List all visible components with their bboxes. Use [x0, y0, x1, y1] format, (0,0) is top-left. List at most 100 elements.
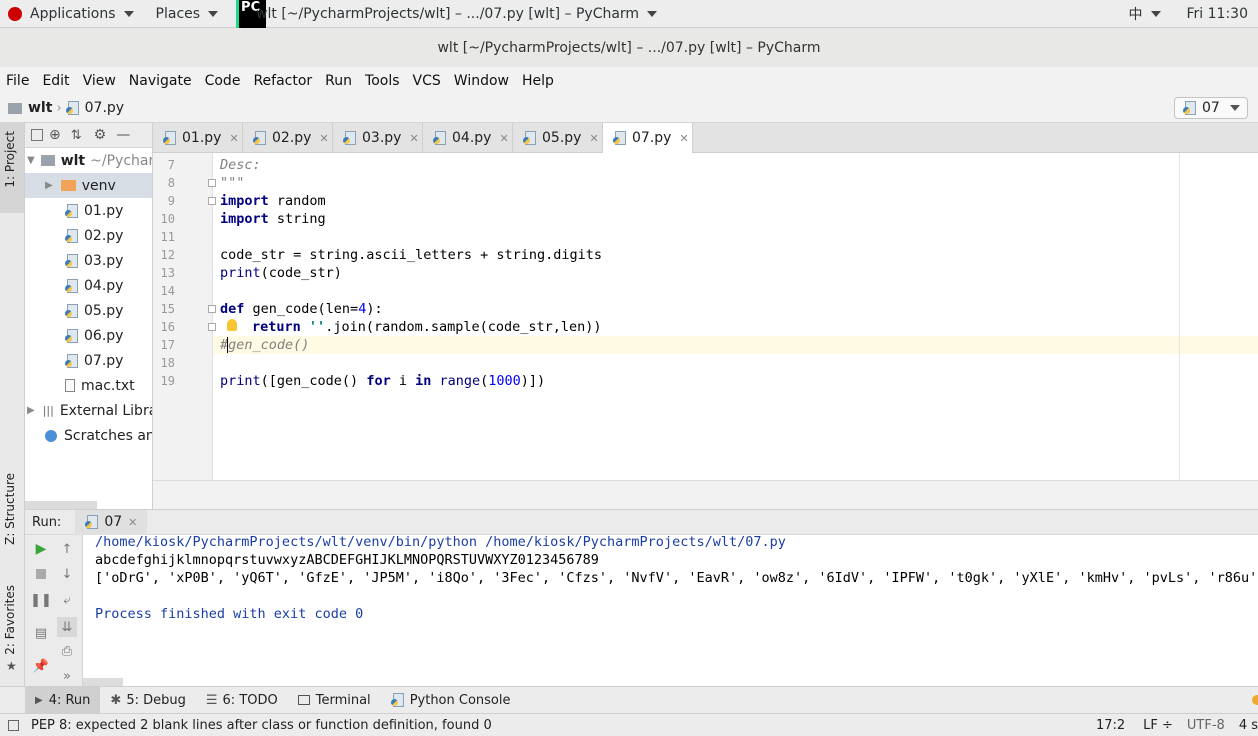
collapse-icon[interactable]: ⇅ — [71, 128, 82, 143]
close-icon[interactable]: ✕ — [229, 132, 238, 145]
line-number: 17 — [160, 338, 175, 352]
line-number: 16 — [160, 320, 175, 334]
lightbulb-icon[interactable] — [227, 319, 237, 331]
close-icon[interactable]: ✕ — [589, 132, 598, 145]
menu-file[interactable]: File — [6, 73, 29, 89]
pause-icon[interactable]: ❚❚ — [30, 592, 52, 608]
code-editor[interactable]: 7 8 9 10 11 12 13 14 15 16 17 18 19 Desc… — [153, 153, 1258, 480]
menu-run[interactable]: Run — [325, 73, 352, 89]
tab-02[interactable]: 02.py ✕ — [243, 123, 333, 153]
tree-scratches[interactable]: Scratches and Consoles — [45, 423, 152, 448]
layout-icon[interactable]: ▤ — [33, 625, 49, 641]
rerun-icon[interactable]: ▶ — [33, 541, 49, 557]
tab-07[interactable]: 07.py ✕ — [603, 123, 693, 153]
fold-marker-icon[interactable] — [208, 197, 216, 205]
system-top-bar: Applications Places PC wlt [~/PycharmPro… — [0, 0, 1258, 28]
code-line-7: Desc: — [220, 157, 261, 173]
places-menu[interactable]: Places — [148, 0, 227, 28]
indent-setting[interactable]: 4 s — [1239, 718, 1258, 733]
active-window-menu[interactable]: PC wlt [~/PycharmProjects/wlt] – .../07.… — [236, 0, 665, 28]
tab-terminal[interactable]: Terminal — [288, 687, 381, 714]
tab-04[interactable]: 04.py ✕ — [423, 123, 513, 153]
menu-edit[interactable]: Edit — [42, 73, 69, 89]
soft-wrap-icon[interactable]: ⤶ — [59, 592, 75, 608]
menu-window[interactable]: Window — [454, 73, 509, 89]
python-file-icon — [613, 131, 626, 145]
project-tool-label[interactable]: 1: Project — [3, 131, 17, 188]
input-method-indicator[interactable]: 中 — [1121, 0, 1169, 28]
tab-05[interactable]: 05.py ✕ — [513, 123, 603, 153]
tab-run[interactable]: ▶ 4: Run — [25, 686, 101, 714]
menu-code[interactable]: Code — [205, 73, 241, 89]
run-tab-07[interactable]: 07 ✕ — [75, 509, 148, 535]
menu-view[interactable]: View — [83, 73, 116, 89]
horizontal-scrollbar[interactable] — [83, 678, 123, 686]
menu-tools[interactable]: Tools — [365, 73, 400, 89]
fold-marker-icon[interactable] — [208, 179, 216, 187]
run-config-selector[interactable]: 07 — [1174, 97, 1248, 119]
project-view-icon[interactable] — [31, 129, 43, 141]
tab-01[interactable]: 01.py ✕ — [153, 123, 243, 153]
run-console[interactable]: /home/kiosk/PycharmProjects/wlt/venv/bin… — [83, 535, 1258, 686]
tree-external-libraries[interactable]: ▶ ||| External Libraries — [27, 398, 152, 423]
tree-item-03[interactable]: 03.py — [65, 248, 123, 273]
tree-item-02[interactable]: 02.py — [65, 223, 123, 248]
file-encoding[interactable]: UTF-8 — [1187, 718, 1225, 733]
tree-item-07[interactable]: 07.py — [65, 348, 123, 373]
tab-03[interactable]: 03.py ✕ — [333, 123, 423, 153]
code-line-15: def gen_code(len=4): — [220, 301, 383, 317]
fold-marker-icon[interactable] — [208, 323, 216, 331]
breadcrumb-project[interactable]: wlt — [28, 100, 52, 116]
cursor-position[interactable]: 17:2 — [1096, 718, 1125, 733]
menu-bar: File Edit View Navigate Code Refactor Ru… — [0, 67, 1258, 94]
tree-item-mac[interactable]: mac.txt — [65, 373, 135, 398]
close-icon[interactable]: ✕ — [128, 516, 137, 529]
console-command[interactable]: /home/kiosk/PycharmProjects/wlt/venv/bin… — [95, 535, 786, 551]
applications-menu[interactable]: Applications — [0, 0, 142, 28]
tab-todo[interactable]: ☰ 6: TODO — [196, 687, 288, 714]
scratches-icon — [45, 429, 57, 442]
tree-item-06[interactable]: 06.py — [65, 323, 123, 348]
clock[interactable]: Fri 11:30 — [1179, 0, 1258, 28]
code-line-13: print(code_str) — [220, 265, 342, 281]
down-arrow-icon[interactable]: ↓ — [59, 566, 75, 582]
target-icon[interactable]: ⊕ — [49, 127, 61, 143]
tab-debug[interactable]: ✱ 5: Debug — [100, 687, 195, 714]
tree-item-05[interactable]: 05.py — [65, 298, 123, 323]
tree-root[interactable]: ▼ wlt ~/PycharmProjects/wlt — [27, 148, 152, 173]
python-file-icon — [65, 101, 79, 115]
close-icon[interactable]: ✕ — [679, 132, 688, 145]
fold-marker-icon[interactable] — [208, 305, 216, 313]
up-arrow-icon[interactable]: ↑ — [59, 541, 75, 557]
menu-refactor[interactable]: Refactor — [253, 73, 312, 89]
line-separator[interactable]: LF ÷ — [1143, 718, 1173, 733]
line-number: 11 — [160, 230, 175, 244]
structure-tool-label[interactable]: Z: Structure — [3, 473, 17, 545]
tool-windows-icon[interactable] — [8, 719, 19, 731]
status-message: PEP 8: expected 2 blank lines after clas… — [31, 717, 492, 733]
breadcrumb-file[interactable]: 07.py — [85, 100, 124, 116]
favorites-tool-label[interactable]: 2: Favorites — [3, 585, 17, 655]
tree-item-venv-label[interactable]: ▶ venv — [45, 173, 116, 198]
close-icon[interactable]: ✕ — [409, 132, 418, 145]
scroll-to-end-icon[interactable]: ⇊ — [57, 617, 77, 637]
tree-item-01[interactable]: 01.py — [65, 198, 123, 223]
text-cursor — [227, 337, 228, 353]
menu-help[interactable]: Help — [522, 73, 554, 89]
menu-navigate[interactable]: Navigate — [129, 73, 192, 89]
chevron-down-icon — [1150, 10, 1161, 17]
tree-item-04[interactable]: 04.py — [65, 273, 123, 298]
minimize-icon[interactable]: — — [116, 127, 130, 143]
horizontal-scrollbar[interactable] — [25, 501, 97, 509]
more-icon[interactable]: » — [59, 668, 75, 684]
tab-python-console[interactable]: Python Console — [381, 687, 521, 714]
menu-vcs[interactable]: VCS — [413, 73, 441, 89]
stop-icon[interactable] — [33, 566, 49, 582]
close-icon[interactable]: ✕ — [499, 132, 508, 145]
pin-icon[interactable]: 📌 — [33, 658, 49, 674]
close-icon[interactable]: ✕ — [319, 132, 328, 145]
gear-icon[interactable]: ⚙ — [94, 127, 107, 143]
print-icon[interactable]: ⎙ — [59, 643, 75, 659]
event-log-icon[interactable] — [1252, 695, 1258, 705]
chevron-down-icon — [123, 10, 134, 17]
